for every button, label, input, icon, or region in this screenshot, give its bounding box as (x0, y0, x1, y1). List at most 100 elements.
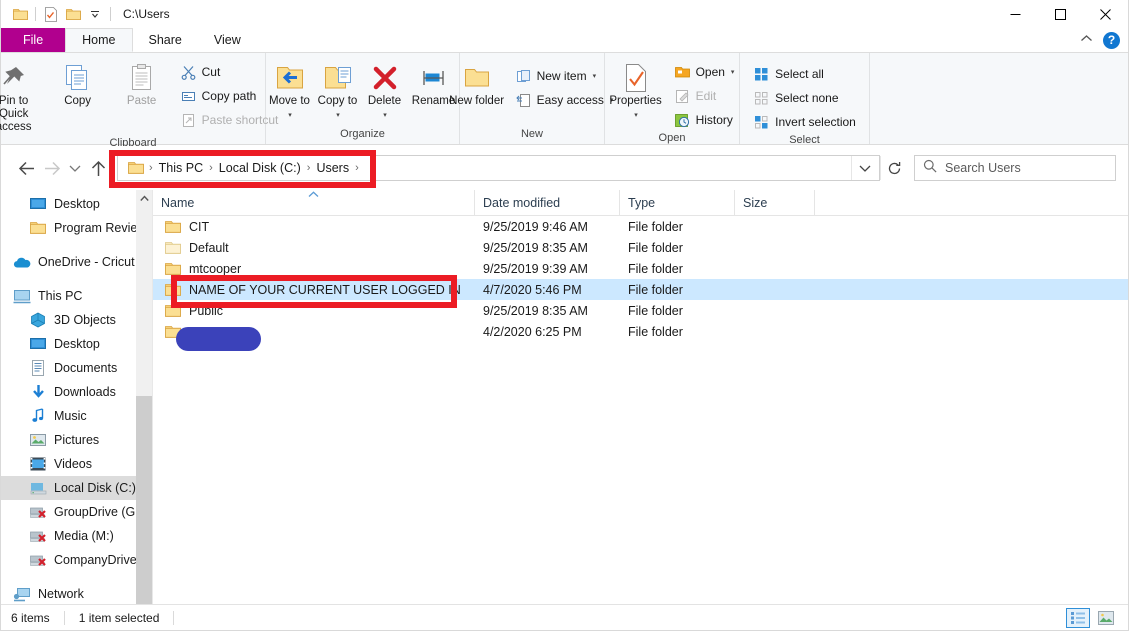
paste-button[interactable]: Paste (111, 58, 173, 111)
back-button[interactable] (13, 155, 39, 181)
sidebar-item-desktop[interactable]: Desktop (1, 332, 152, 356)
sidebar-label: 3D Objects (54, 313, 116, 327)
breadcrumb-local-disk[interactable]: Local Disk (C:) (214, 161, 306, 175)
sidebar-label: Videos (54, 457, 92, 471)
breadcrumb-separator[interactable]: › (354, 162, 360, 174)
minimize-button[interactable] (993, 0, 1038, 28)
sidebar-item-desktop-quick[interactable]: Desktop (1, 192, 152, 216)
open-button[interactable]: Open ▾ (669, 60, 740, 84)
sidebar-label: Program Review (54, 221, 146, 235)
recent-locations-button[interactable] (65, 155, 85, 181)
history-button[interactable]: History (669, 108, 740, 132)
table-row[interactable]: mtcooper 9/25/2019 9:39 AM File folder (153, 258, 1128, 279)
move-to-button[interactable]: Move to ▾ (266, 58, 314, 125)
sidebar-item-videos[interactable]: Videos (1, 452, 152, 476)
maximize-button[interactable] (1038, 0, 1083, 28)
sidebar-item-media-m[interactable]: Media (M:) (1, 524, 152, 548)
new-folder-label: New folder (449, 95, 504, 108)
sidebar-label: OneDrive - Cricut (38, 255, 135, 269)
scrollbar-thumb[interactable] (136, 396, 152, 604)
tab-share[interactable]: Share (133, 28, 198, 52)
table-row[interactable]: CIT 9/25/2019 9:46 AM File folder (153, 216, 1128, 237)
sidebar-item-3d-objects[interactable]: 3D Objects (1, 308, 152, 332)
tab-home[interactable]: Home (65, 28, 132, 52)
open-folder-icon (674, 64, 691, 81)
tab-view[interactable]: View (198, 28, 257, 52)
help-icon[interactable]: ? (1103, 32, 1120, 49)
copy-to-button[interactable]: Copy to ▾ (314, 58, 362, 125)
sidebar-item-this-pc[interactable]: This PC (1, 284, 152, 308)
chevron-up-icon[interactable] (1080, 34, 1093, 46)
select-none-button[interactable]: Select none (748, 86, 861, 110)
invert-selection-button[interactable]: Invert selection (748, 110, 861, 134)
properties-icon[interactable] (40, 3, 62, 25)
breadcrumb-users[interactable]: Users (311, 161, 354, 175)
table-row[interactable]: Public 9/25/2019 8:35 AM File folder (153, 300, 1128, 321)
sidebar-item-program-review[interactable]: Program Review (1, 216, 152, 240)
large-icons-view-button[interactable] (1094, 608, 1118, 628)
sidebar-item-local-disk-c[interactable]: Local Disk (C:) (1, 476, 152, 500)
file-date-cell: 9/25/2019 9:39 AM (475, 258, 620, 279)
copy-to-icon (323, 61, 353, 95)
view-buttons (1066, 608, 1118, 628)
file-name-label: mtcooper (189, 262, 241, 276)
properties-button[interactable]: Properties▾ (605, 58, 667, 125)
forward-button[interactable] (39, 155, 65, 181)
close-button[interactable] (1083, 0, 1128, 28)
column-header-type[interactable]: Type (620, 190, 735, 216)
sidebar-label: Documents (54, 361, 117, 375)
sidebar-item-pictures[interactable]: Pictures (1, 428, 152, 452)
chevron-down-icon[interactable]: ▾ (288, 112, 292, 119)
ribbon-group-new: New folder New item ▾ Easy acce (460, 53, 605, 144)
documents-icon (29, 359, 47, 377)
table-row[interactable]: NAME OF YOUR CURRENT USER LOGGED IN 4/7/… (153, 279, 1128, 300)
new-folder-button[interactable]: New folder (446, 58, 508, 111)
chevron-down-icon[interactable]: ▾ (593, 72, 597, 80)
edit-button[interactable]: Edit (669, 84, 740, 108)
sidebar-item-companydrive[interactable]: CompanyDrive ( (1, 548, 152, 572)
details-view-button[interactable] (1066, 608, 1090, 628)
file-date-cell: 9/25/2019 9:46 AM (475, 216, 620, 237)
sidebar-label: CompanyDrive ( (54, 553, 144, 567)
address-dropdown-button[interactable] (851, 156, 877, 180)
tab-file[interactable]: File (1, 28, 65, 52)
sidebar-item-downloads[interactable]: Downloads (1, 380, 152, 404)
column-header-date-modified[interactable]: Date modified (475, 190, 620, 216)
folder-icon[interactable] (9, 3, 31, 25)
pin-to-quick-access-button[interactable]: Pin to Quick access (0, 58, 45, 137)
file-name-label: Default (189, 241, 229, 255)
folder-icon (165, 261, 181, 277)
easy-access-button[interactable]: Easy access ▾ (510, 88, 619, 112)
sidebar-item-groupdrive-g[interactable]: GroupDrive (G:) (1, 500, 152, 524)
search-box[interactable]: Search Users (914, 155, 1116, 181)
select-all-button[interactable]: Select all (748, 62, 861, 86)
new-item-button[interactable]: New item ▾ (510, 64, 619, 88)
scrollbar-track[interactable] (136, 206, 152, 588)
column-header-size[interactable]: Size (735, 190, 815, 216)
edit-label: Edit (696, 89, 717, 103)
sidebar-item-documents[interactable]: Documents (1, 356, 152, 380)
chevron-down-icon[interactable]: ▾ (383, 112, 387, 119)
refresh-button[interactable] (880, 156, 908, 180)
search-input[interactable]: Search Users (945, 161, 1021, 175)
new-folder-icon[interactable] (62, 3, 84, 25)
table-row[interactable]: Default 9/25/2019 8:35 AM File folder (153, 237, 1128, 258)
chevron-down-icon[interactable]: ▾ (731, 68, 735, 76)
navigation-scrollbar[interactable] (136, 190, 152, 604)
delete-button[interactable]: Delete▾ (362, 58, 408, 125)
table-row[interactable]: 4/2/2020 6:25 PM File folder (153, 321, 1128, 342)
address-input[interactable]: › This PC › Local Disk (C:) › Users › (117, 155, 880, 181)
dropdown-arrow-icon[interactable] (84, 3, 106, 25)
chevron-down-icon[interactable]: ▾ (336, 112, 340, 119)
sidebar-spacer (1, 572, 152, 582)
scroll-up-arrow[interactable] (136, 190, 152, 206)
chevron-down-icon[interactable]: ▾ (634, 112, 638, 119)
breadcrumb-this-pc[interactable]: This PC (154, 161, 208, 175)
toolbar-divider-2 (110, 7, 111, 21)
copy-button[interactable]: Copy (47, 58, 109, 111)
sidebar-item-music[interactable]: Music (1, 404, 152, 428)
sidebar-item-onedrive[interactable]: OneDrive - Cricut (1, 250, 152, 274)
up-button[interactable] (85, 155, 111, 181)
file-size-cell (735, 279, 815, 300)
sidebar-item-network[interactable]: Network (1, 582, 152, 604)
